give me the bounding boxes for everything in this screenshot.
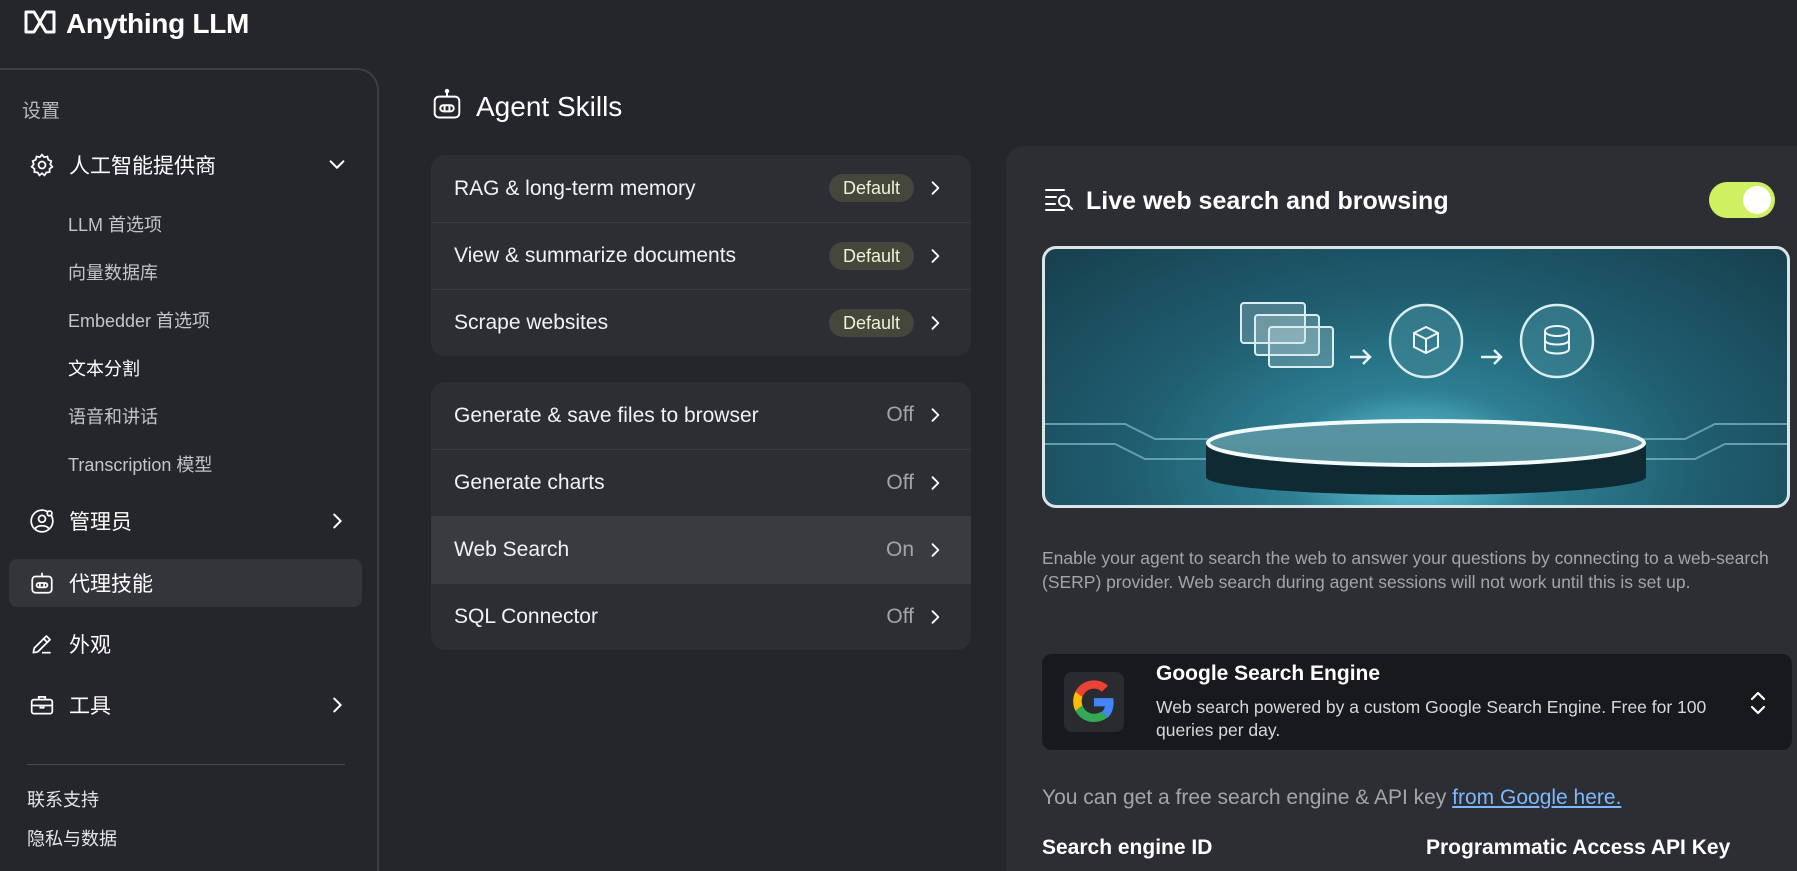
default-skills-group: RAG & long-term memory Default View & su… xyxy=(431,155,971,356)
skill-name: Web Search xyxy=(454,538,570,561)
web-search-toggle[interactable] xyxy=(1709,182,1775,218)
chevron-right-icon xyxy=(931,316,940,330)
status-badge: Default xyxy=(828,174,914,202)
robot-icon xyxy=(432,88,462,125)
skill-row-sql-connector[interactable]: SQL Connector Off xyxy=(431,583,971,650)
sidebar-item-label: 外观 xyxy=(69,634,111,657)
sidebar-heading: 设置 xyxy=(22,101,61,122)
briefcase-icon xyxy=(27,690,57,720)
skill-name: View & summarize documents xyxy=(454,244,737,267)
skill-row-rag-memory[interactable]: RAG & long-term memory Default xyxy=(431,155,971,222)
page-title: Agent Skills xyxy=(432,88,622,125)
robot-icon xyxy=(27,568,57,598)
app-name: Anything LLM xyxy=(66,8,250,39)
toggle-knob xyxy=(1743,186,1771,214)
google-api-link[interactable]: from Google here. xyxy=(1452,786,1621,809)
chevron-right-icon xyxy=(333,513,342,529)
privacy-data-link[interactable]: 隐私与数据 xyxy=(27,825,117,851)
sidebar-item-label: 管理员 xyxy=(69,511,132,534)
sidebar-subitem-embedder-preference[interactable]: Embedder 首选项 xyxy=(68,307,210,333)
status-badge: Default xyxy=(828,309,914,337)
skill-name: Generate charts xyxy=(454,471,605,494)
panel-title: Live web search and browsing xyxy=(1086,187,1449,215)
sidebar-item-label: 代理技能 xyxy=(69,573,153,596)
sidebar-item-label: 工具 xyxy=(69,695,111,718)
api-hint-text: You can get a free search engine & API k… xyxy=(1042,786,1453,809)
web-search-diagram-image xyxy=(1045,302,1787,495)
chevron-right-icon xyxy=(931,181,940,195)
skill-row-generate-charts[interactable]: Generate charts Off xyxy=(431,449,971,516)
chevron-up-down-icon xyxy=(1750,691,1766,715)
sidebar-subitem-text-splitting[interactable]: 文本分割 xyxy=(68,355,140,381)
provider-description: Web search powered by a custom Google Se… xyxy=(1156,697,1707,740)
sidebar-item-label: 人工智能提供商 xyxy=(69,155,216,178)
app-logo[interactable]: Anything LLM xyxy=(24,6,249,42)
skill-name: Generate & save files to browser xyxy=(454,403,759,427)
page-title-text: Agent Skills xyxy=(476,90,623,122)
skill-name: RAG & long-term memory xyxy=(454,176,696,200)
chevron-right-icon xyxy=(931,543,940,557)
skill-row-view-summarize[interactable]: View & summarize documents Default xyxy=(431,222,971,289)
sidebar-subitem-llm-preference[interactable]: LLM 首选项 xyxy=(68,211,162,237)
sidebar-item-ai-providers[interactable]: 人工智能提供商 xyxy=(9,141,362,189)
contact-support-link[interactable]: 联系支持 xyxy=(27,786,99,812)
configurable-skills-group: Generate & save files to browser Off Gen… xyxy=(431,382,971,650)
skill-row-scrape-websites[interactable]: Scrape websites Default xyxy=(431,289,971,356)
panel-header: Live web search and browsing xyxy=(1044,186,1449,217)
chevron-right-icon xyxy=(931,476,940,490)
chevron-right-icon xyxy=(931,249,940,263)
search-engine-id-label: Search engine ID xyxy=(1042,836,1213,859)
web-search-panel: Live web search and browsing Enable your… xyxy=(1006,146,1797,871)
anything-llm-logo-icon xyxy=(24,9,56,40)
panel-description: Enable your agent to search the web to a… xyxy=(1042,548,1769,592)
gear-icon xyxy=(27,150,57,180)
search-list-icon xyxy=(1044,186,1074,217)
settings-sidebar: 设置 人工智能提供商 LLM 首选项 向量数据库 Embedder 首选项 文本… xyxy=(0,68,379,871)
api-key-hint: You can get a free search engine & API k… xyxy=(1042,786,1621,810)
sidebar-subitem-voice-speech[interactable]: 语音和讲话 xyxy=(68,403,158,429)
skill-name: SQL Connector xyxy=(454,605,598,628)
skill-status: Off xyxy=(886,471,914,494)
skill-row-save-files[interactable]: Generate & save files to browser Off xyxy=(431,382,971,449)
sidebar-item-appearance[interactable]: 外观 xyxy=(9,620,362,668)
search-provider-select[interactable]: Google Search Engine Web search powered … xyxy=(1042,654,1792,750)
provider-name: Google Search Engine xyxy=(1156,662,1381,685)
user-gear-icon xyxy=(27,506,57,536)
sidebar-divider xyxy=(27,764,345,765)
sidebar-subitem-vector-database[interactable]: 向量数据库 xyxy=(68,259,158,285)
status-badge: Default xyxy=(828,242,914,270)
skill-status: Off xyxy=(886,605,914,628)
sidebar-item-tools[interactable]: 工具 xyxy=(9,681,362,729)
skill-name: Scrape websites xyxy=(454,311,609,334)
skill-status: Off xyxy=(886,403,914,426)
sidebar-item-agent-skills[interactable]: 代理技能 xyxy=(9,559,362,607)
chevron-down-icon xyxy=(329,160,345,169)
chevron-right-icon xyxy=(333,697,342,713)
skill-status: On xyxy=(885,538,914,561)
sidebar-item-admin[interactable]: 管理员 xyxy=(9,497,362,545)
skill-row-web-search[interactable]: Web Search On xyxy=(431,516,971,583)
pencil-icon xyxy=(27,629,57,659)
google-logo-icon xyxy=(1064,672,1124,732)
chevron-right-icon xyxy=(931,610,940,624)
chevron-right-icon xyxy=(931,408,940,422)
web-search-illustration xyxy=(1042,246,1790,508)
api-key-label: Programmatic Access API Key xyxy=(1426,836,1731,859)
sidebar-subitem-transcription-model[interactable]: Transcription 模型 xyxy=(68,451,212,477)
